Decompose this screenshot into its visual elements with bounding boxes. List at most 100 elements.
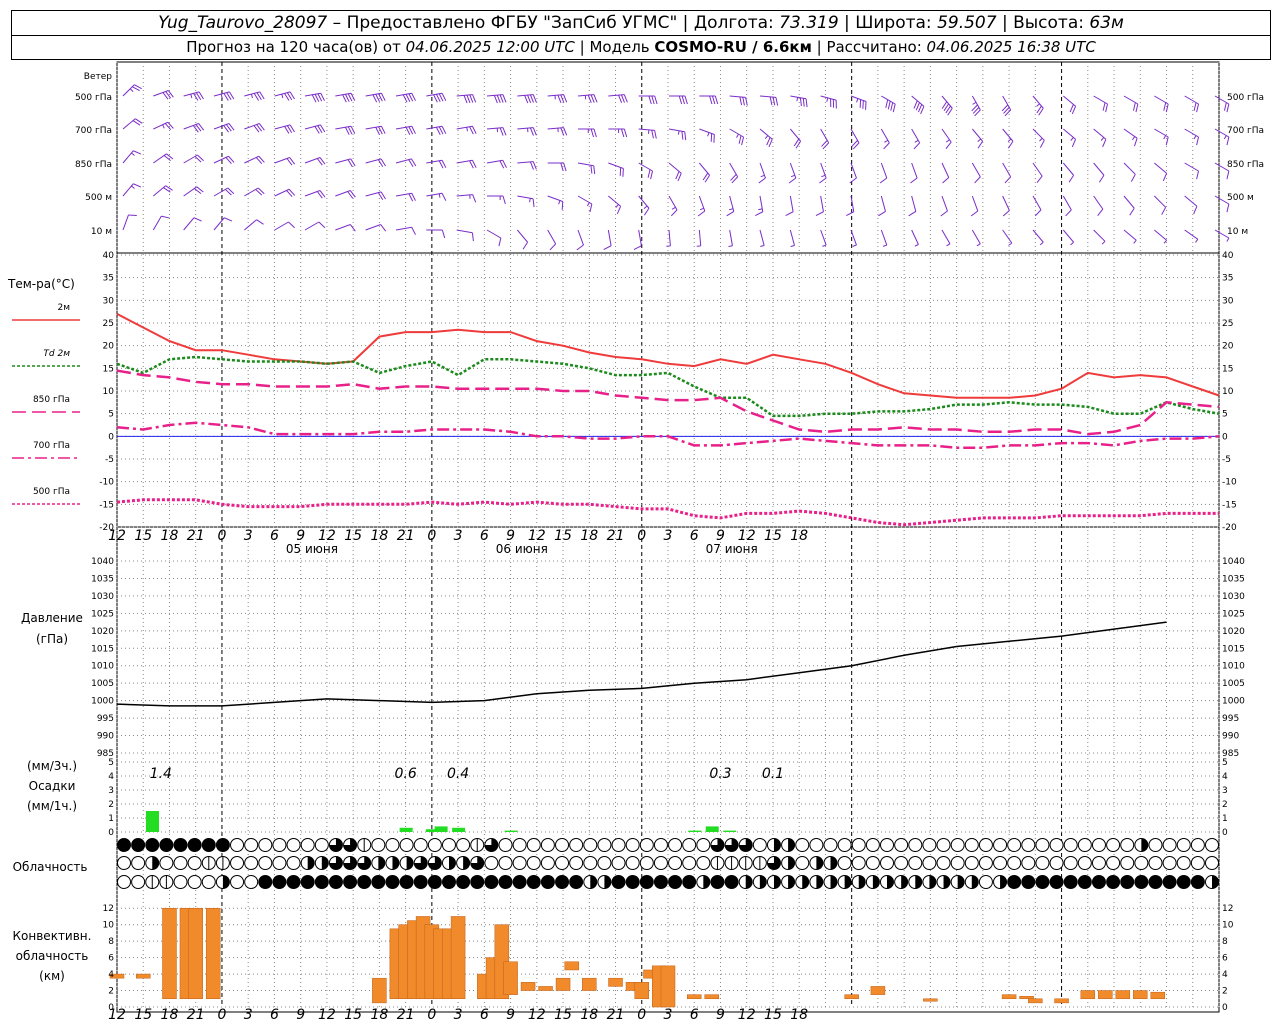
wind-barb-feather <box>532 198 535 208</box>
wind-barb <box>456 159 477 169</box>
cloud-cover-symbol <box>300 838 315 852</box>
conv-cloud-bar <box>1080 990 1096 1000</box>
conv-tick-left: 2 <box>108 987 114 997</box>
cloud-cover-symbol <box>597 856 612 870</box>
wind-barb-half <box>707 132 710 137</box>
x-tick-label: 18 <box>790 528 808 544</box>
wind-barb <box>183 154 204 164</box>
cloud-cover-symbol <box>1021 856 1036 870</box>
cloud-cover-symbol <box>653 856 668 870</box>
cloud-cover-symbol <box>639 875 654 889</box>
wind-barb-staff <box>1154 229 1167 241</box>
conv-cloud-bar <box>660 965 676 1008</box>
x-tick-label: 15 <box>344 528 362 544</box>
wind-barb-half <box>1039 137 1043 142</box>
wind-barb <box>304 221 326 231</box>
wind-barb-half <box>529 198 531 203</box>
wind-level-label-left: 700 гПа <box>75 126 112 136</box>
wind-barb <box>638 162 654 180</box>
cloud-circle <box>1148 875 1163 889</box>
cloud-circle <box>131 875 146 889</box>
cloud-cover-symbol <box>498 838 513 852</box>
precip-tick-left: 5 <box>108 758 114 768</box>
cloud-circle <box>1176 875 1191 889</box>
wind-barb-feather <box>768 139 773 148</box>
wind-barb-half <box>852 244 857 247</box>
cloud-cover-symbol <box>1091 838 1106 852</box>
cloud-circle <box>724 875 739 889</box>
wind-barb <box>1154 162 1168 182</box>
wind-barb-half <box>1070 137 1074 141</box>
cloud-circle <box>1162 856 1177 870</box>
wind-barb-feather <box>587 94 592 104</box>
wind-barb-half <box>972 101 977 105</box>
wind-barb <box>971 162 981 184</box>
wind-barb-half <box>1070 241 1074 246</box>
wind-barb-staff <box>941 162 950 178</box>
cloud-cover-symbol <box>1162 856 1177 870</box>
wind-barb-feather <box>805 98 808 108</box>
cloud-cover-symbol <box>1049 875 1064 889</box>
cloud-half <box>773 875 781 889</box>
cloud-circle <box>1106 875 1121 889</box>
cloud-circle <box>484 856 499 870</box>
wind-barb-half <box>760 174 765 178</box>
wind-barb-feather <box>616 206 622 215</box>
pressure-tick-right: 1015 <box>1222 644 1245 654</box>
cloud-half <box>1141 838 1148 852</box>
cloud-half <box>788 838 795 852</box>
wind-barb-feather <box>563 94 568 103</box>
temp-tick-left: 35 <box>103 274 114 284</box>
conv-cloud-bar <box>608 977 623 987</box>
wind-barb-feather <box>887 101 891 110</box>
wind-barb-feather <box>557 94 562 104</box>
cloud-circle <box>1049 838 1064 852</box>
wind-barb <box>880 128 890 150</box>
wind-barb-feather <box>193 217 202 222</box>
wind-barb <box>1154 229 1167 244</box>
wind-barb <box>304 157 326 166</box>
cloud-circle <box>880 838 895 852</box>
cloud-cover-symbol <box>215 838 230 852</box>
cloud-cover-symbol <box>569 838 584 852</box>
wind-barb <box>153 153 174 164</box>
cloud-circle <box>526 875 541 889</box>
cloud-cover-symbol <box>201 875 216 889</box>
cloud-cover-symbol <box>300 856 315 870</box>
cloud-half <box>887 875 894 889</box>
cloud-cover-symbol <box>343 838 358 852</box>
pressure-tick-right: 1035 <box>1222 574 1245 584</box>
wind-barb <box>1093 162 1105 183</box>
conv-cloud-bar <box>555 977 571 991</box>
wind-barb-half <box>131 152 135 156</box>
wind-barb-staff <box>1002 195 1010 211</box>
wind-barb <box>183 217 202 231</box>
wind-barb <box>547 127 568 136</box>
wind-barb <box>486 94 507 104</box>
cloud-circle <box>470 875 485 889</box>
wind-barb-feather <box>1165 103 1169 113</box>
wind-barb <box>729 128 745 146</box>
conv-cloud-bar <box>188 907 203 1000</box>
wind-barb-feather <box>633 245 642 250</box>
wind-barb <box>244 187 265 197</box>
wind-barb-feather <box>643 207 650 216</box>
wind-barb <box>183 91 204 101</box>
wind-barb <box>729 162 739 184</box>
cloud-cover-symbol <box>540 838 555 852</box>
wind-barb-half <box>764 135 769 139</box>
conv-cloud-bar <box>1115 990 1131 1000</box>
cloud-circle <box>540 875 555 889</box>
cloud-half <box>844 875 852 889</box>
meteogram: 500 гПа 500 гПа 700 гПа 700 гПа 850 гПа 850 г… <box>7 61 1264 1023</box>
cloud-cover-symbol <box>1162 875 1177 889</box>
cloud-circle <box>215 838 230 852</box>
wind-barb <box>1032 128 1045 148</box>
wind-barb <box>576 229 584 251</box>
wind-barb-staff <box>607 229 612 246</box>
cloud-cover-symbol <box>795 838 810 852</box>
precip-tick-left: 2 <box>108 800 114 810</box>
wind-barb-half <box>1007 138 1012 143</box>
cloud-cover-symbol <box>470 838 485 852</box>
wind-barb-feather <box>472 94 477 103</box>
